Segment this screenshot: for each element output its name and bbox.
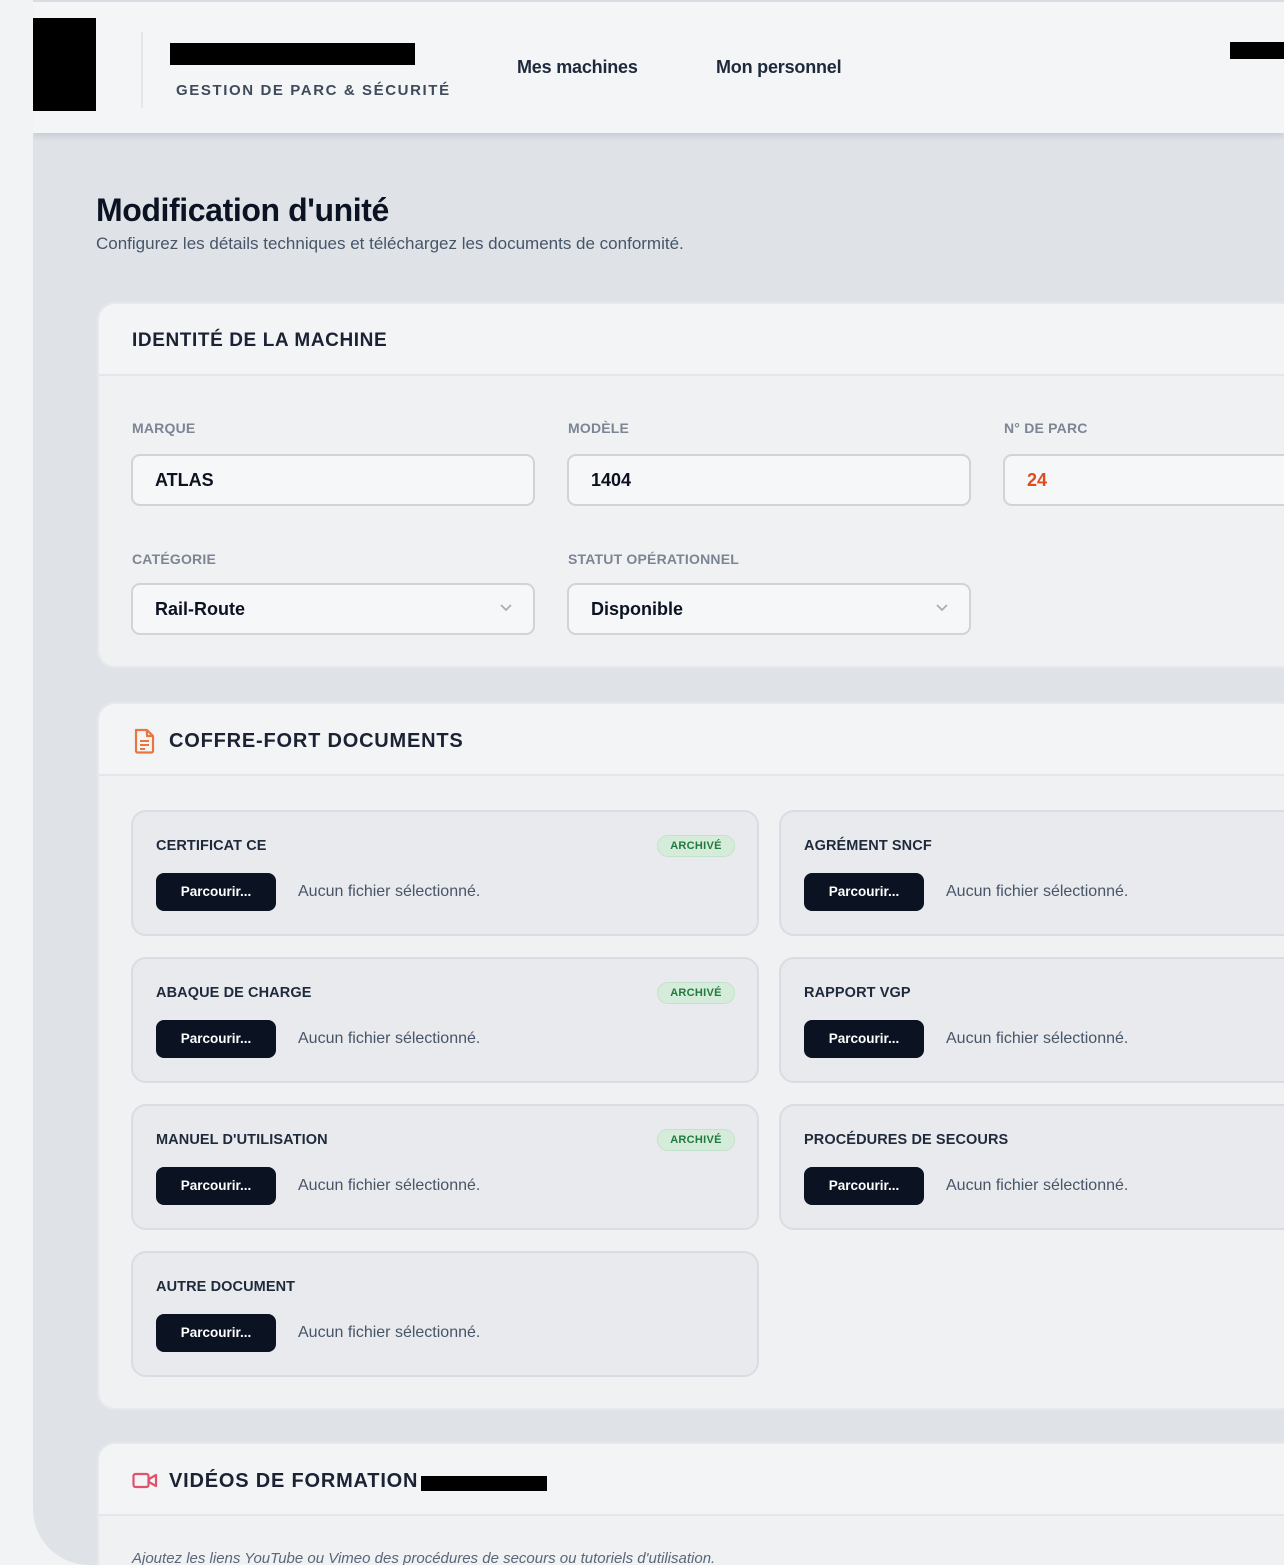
- card-header: VIDÉOS DE FORMATION: [99, 1444, 1284, 1516]
- no-file-text: Aucun fichier sélectionné.: [298, 883, 481, 900]
- brand-name-redacted: [170, 43, 415, 65]
- document-tile-vgp-report: RAPPORT VGP Parcourir... Aucun fichier s…: [779, 957, 1284, 1083]
- video-camera-icon: [132, 1472, 158, 1489]
- no-file-text: Aucun fichier sélectionné.: [946, 1177, 1129, 1194]
- no-file-text: Aucun fichier sélectionné.: [298, 1177, 481, 1194]
- chevron-down-icon: [936, 604, 948, 612]
- brand-subtitle: GESTION DE PARC & SÉCURITÉ: [176, 82, 451, 99]
- fleet-number-label: N° DE PARC: [1004, 420, 1088, 436]
- fleet-number-input[interactable]: 24: [1003, 454, 1284, 506]
- machine-identity-card: IDENTITÉ DE LA MACHINE MARQUE ATLAS MODÈ…: [97, 302, 1284, 668]
- header-divider: [141, 32, 143, 108]
- model-input[interactable]: 1404: [567, 454, 971, 506]
- status-label: STATUT OPÉRATIONNEL: [568, 551, 740, 567]
- card-header: COFFRE-FORT DOCUMENTS: [99, 704, 1284, 776]
- document-tile-load-chart: ABAQUE DE CHARGE ARCHIVÉ Parcourir... Au…: [131, 957, 759, 1083]
- status-value: Disponible: [591, 599, 684, 619]
- card-title: IDENTITÉ DE LA MACHINE: [132, 330, 388, 351]
- browse-button[interactable]: Parcourir...: [804, 873, 924, 911]
- no-file-text: Aucun fichier sélectionné.: [298, 1324, 481, 1341]
- card-header: IDENTITÉ DE LA MACHINE: [99, 304, 1284, 376]
- document-vault-card: COFFRE-FORT DOCUMENTS CERTIFICAT CE ARCH…: [97, 702, 1284, 1410]
- page-subtitle: Configurez les détails techniques et tél…: [96, 234, 684, 253]
- file-text-icon: [134, 728, 155, 754]
- browse-button[interactable]: Parcourir...: [804, 1167, 924, 1205]
- no-file-text: Aucun fichier sélectionné.: [946, 1030, 1129, 1047]
- browse-button[interactable]: Parcourir...: [156, 1314, 276, 1352]
- user-menu-redacted[interactable]: [1230, 42, 1284, 59]
- document-label: MANUEL D'UTILISATION: [156, 1132, 328, 1148]
- document-label: PROCÉDURES DE SECOURS: [804, 1132, 1009, 1148]
- top-navigation-bar: GESTION DE PARC & SÉCURITÉ Mes machines …: [33, 0, 1284, 133]
- document-label: CERTIFICAT CE: [156, 838, 267, 854]
- document-label: AGRÉMENT SNCF: [804, 838, 932, 854]
- category-value: Rail-Route: [155, 599, 245, 619]
- status-select[interactable]: Disponible: [567, 583, 971, 635]
- category-select[interactable]: Rail-Route: [131, 583, 535, 635]
- brand-label: MARQUE: [132, 420, 196, 436]
- document-tile-user-manual: MANUEL D'UTILISATION ARCHIVÉ Parcourir..…: [131, 1104, 759, 1230]
- document-label: RAPPORT VGP: [804, 985, 911, 1001]
- browse-button[interactable]: Parcourir...: [156, 1020, 276, 1058]
- browse-button[interactable]: Parcourir...: [804, 1020, 924, 1058]
- archived-badge: ARCHIVÉ: [657, 835, 735, 857]
- category-label: CATÉGORIE: [132, 551, 216, 567]
- nav-my-machines[interactable]: Mes machines: [517, 57, 638, 78]
- document-label: AUTRE DOCUMENT: [156, 1279, 296, 1295]
- videos-hint: Ajoutez les liens YouTube ou Vimeo des p…: [132, 1550, 716, 1565]
- app-frame: GESTION DE PARC & SÉCURITÉ Mes machines …: [33, 0, 1284, 1565]
- browse-button[interactable]: Parcourir...: [156, 1167, 276, 1205]
- no-file-text: Aucun fichier sélectionné.: [298, 1030, 481, 1047]
- nav-my-staff[interactable]: Mon personnel: [716, 57, 842, 78]
- archived-badge: ARCHIVÉ: [657, 982, 735, 1004]
- document-label: ABAQUE DE CHARGE: [156, 985, 312, 1001]
- no-file-text: Aucun fichier sélectionné.: [946, 883, 1129, 900]
- browse-button[interactable]: Parcourir...: [156, 873, 276, 911]
- document-tile-rescue-procedures: PROCÉDURES DE SECOURS Parcourir... Aucun…: [779, 1104, 1284, 1230]
- redacted-title-suffix: [421, 1476, 547, 1491]
- archived-badge: ARCHIVÉ: [657, 1129, 735, 1151]
- card-title: VIDÉOS DE FORMATION: [169, 1470, 419, 1492]
- model-label: MODÈLE: [568, 420, 630, 436]
- card-title: COFFRE-FORT DOCUMENTS: [169, 730, 464, 752]
- training-videos-card: VIDÉOS DE FORMATION Ajoutez les liens Yo…: [97, 1442, 1284, 1565]
- brand-input[interactable]: ATLAS: [131, 454, 535, 506]
- document-tile-ce-certificate: CERTIFICAT CE ARCHIVÉ Parcourir... Aucun…: [131, 810, 759, 936]
- chevron-down-icon: [500, 604, 512, 612]
- document-tile-other: AUTRE DOCUMENT Parcourir... Aucun fichie…: [131, 1251, 759, 1377]
- page-title: Modification d'unité: [96, 192, 389, 228]
- document-tile-sncf-approval: AGRÉMENT SNCF Parcourir... Aucun fichier…: [779, 810, 1284, 936]
- logo-redacted[interactable]: [33, 18, 96, 111]
